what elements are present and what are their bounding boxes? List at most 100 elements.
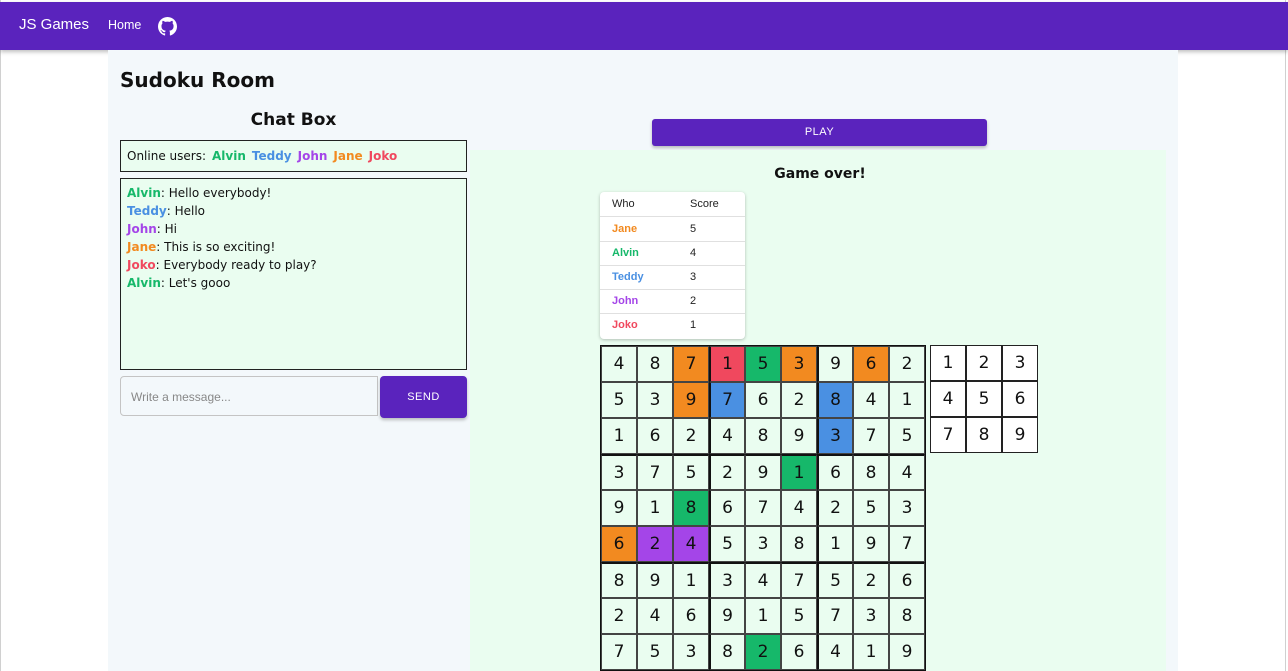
sudoku-cell[interactable]: 7 (745, 490, 781, 526)
send-button[interactable]: SEND (380, 376, 467, 418)
sudoku-cell[interactable]: 4 (853, 382, 889, 418)
sudoku-cell[interactable]: 4 (745, 562, 781, 598)
sudoku-cell[interactable]: 6 (673, 598, 709, 634)
sudoku-cell[interactable]: 2 (745, 634, 781, 670)
sudoku-cell[interactable]: 9 (637, 562, 673, 598)
sudoku-cell[interactable]: 7 (709, 382, 745, 418)
sudoku-cell[interactable]: 6 (745, 382, 781, 418)
sudoku-cell[interactable]: 6 (709, 490, 745, 526)
sudoku-cell[interactable]: 5 (853, 490, 889, 526)
number-pad-key[interactable]: 6 (1002, 381, 1038, 417)
sudoku-cell[interactable]: 1 (709, 346, 745, 382)
sudoku-cell[interactable]: 7 (601, 634, 637, 670)
number-pad-key[interactable]: 5 (966, 381, 1002, 417)
number-pad-key[interactable]: 9 (1002, 417, 1038, 453)
nav-home-link[interactable]: Home (108, 18, 141, 32)
sudoku-cell[interactable]: 9 (745, 454, 781, 490)
online-user: Alvin (212, 149, 246, 163)
sudoku-cell[interactable]: 2 (601, 598, 637, 634)
score-row: John 2 (600, 289, 745, 314)
sudoku-cell[interactable]: 6 (637, 418, 673, 454)
sudoku-cell[interactable]: 2 (781, 382, 817, 418)
sudoku-cell[interactable]: 4 (637, 598, 673, 634)
sudoku-cell[interactable]: 1 (889, 382, 925, 418)
sudoku-cell[interactable]: 5 (745, 346, 781, 382)
sudoku-cell[interactable]: 3 (601, 454, 637, 490)
sudoku-cell[interactable]: 7 (781, 562, 817, 598)
github-icon[interactable] (158, 17, 177, 36)
sudoku-cell[interactable]: 3 (745, 526, 781, 562)
sudoku-cell[interactable]: 6 (853, 346, 889, 382)
sudoku-cell[interactable]: 2 (889, 346, 925, 382)
sudoku-cell[interactable]: 4 (817, 634, 853, 670)
sudoku-cell[interactable]: 1 (853, 634, 889, 670)
sudoku-cell[interactable]: 2 (709, 454, 745, 490)
sudoku-cell[interactable]: 4 (601, 346, 637, 382)
sudoku-cell[interactable]: 8 (853, 454, 889, 490)
sudoku-cell[interactable]: 4 (673, 526, 709, 562)
sudoku-cell[interactable]: 1 (781, 454, 817, 490)
number-pad-key[interactable]: 2 (966, 345, 1002, 381)
sudoku-cell[interactable]: 8 (781, 526, 817, 562)
sudoku-cell[interactable]: 8 (745, 418, 781, 454)
sudoku-cell[interactable]: 7 (889, 526, 925, 562)
sudoku-cell[interactable]: 7 (673, 346, 709, 382)
sudoku-cell[interactable]: 1 (637, 490, 673, 526)
sudoku-cell[interactable]: 7 (853, 418, 889, 454)
play-button[interactable]: PLAY (652, 119, 987, 146)
sudoku-cell[interactable]: 5 (637, 634, 673, 670)
score-row: Teddy 3 (600, 265, 745, 290)
sudoku-cell[interactable]: 3 (709, 562, 745, 598)
number-pad-key[interactable]: 8 (966, 417, 1002, 453)
message-input[interactable]: Write a message... (120, 376, 378, 416)
sudoku-cell[interactable]: 2 (853, 562, 889, 598)
sudoku-cell[interactable]: 5 (673, 454, 709, 490)
brand-link[interactable]: JS Games (19, 16, 89, 33)
sudoku-cell[interactable]: 2 (673, 418, 709, 454)
sudoku-cell[interactable]: 8 (673, 490, 709, 526)
sudoku-cell[interactable]: 5 (817, 562, 853, 598)
sudoku-cell[interactable]: 8 (817, 382, 853, 418)
number-pad-key[interactable]: 7 (930, 417, 966, 453)
sudoku-cell[interactable]: 9 (853, 526, 889, 562)
sudoku-cell[interactable]: 4 (709, 418, 745, 454)
sudoku-cell[interactable]: 1 (601, 418, 637, 454)
sudoku-cell[interactable]: 7 (637, 454, 673, 490)
sudoku-cell[interactable]: 3 (817, 418, 853, 454)
sudoku-cell[interactable]: 8 (637, 346, 673, 382)
sudoku-cell[interactable]: 5 (601, 382, 637, 418)
sudoku-cell[interactable]: 6 (889, 562, 925, 598)
number-pad-key[interactable]: 3 (1002, 345, 1038, 381)
sudoku-cell[interactable]: 6 (817, 454, 853, 490)
sudoku-cell[interactable]: 3 (673, 634, 709, 670)
sudoku-cell[interactable]: 9 (709, 598, 745, 634)
sudoku-cell[interactable]: 5 (781, 598, 817, 634)
sudoku-cell[interactable]: 9 (673, 382, 709, 418)
sudoku-cell[interactable]: 1 (673, 562, 709, 598)
sudoku-cell[interactable]: 7 (817, 598, 853, 634)
sudoku-cell[interactable]: 8 (601, 562, 637, 598)
chat-message: John: Hi (127, 220, 177, 238)
number-pad-key[interactable]: 4 (930, 381, 966, 417)
sudoku-cell[interactable]: 3 (889, 490, 925, 526)
sudoku-cell[interactable]: 9 (781, 418, 817, 454)
sudoku-cell[interactable]: 9 (601, 490, 637, 526)
sudoku-cell[interactable]: 1 (817, 526, 853, 562)
sudoku-cell[interactable]: 3 (637, 382, 673, 418)
sudoku-cell[interactable]: 3 (853, 598, 889, 634)
sudoku-cell[interactable]: 3 (781, 346, 817, 382)
sudoku-cell[interactable]: 1 (745, 598, 781, 634)
sudoku-cell[interactable]: 4 (781, 490, 817, 526)
sudoku-cell[interactable]: 9 (889, 634, 925, 670)
sudoku-cell[interactable]: 2 (637, 526, 673, 562)
sudoku-cell[interactable]: 4 (889, 454, 925, 490)
sudoku-cell[interactable]: 6 (601, 526, 637, 562)
sudoku-cell[interactable]: 8 (709, 634, 745, 670)
sudoku-cell[interactable]: 9 (817, 346, 853, 382)
sudoku-cell[interactable]: 8 (889, 598, 925, 634)
sudoku-cell[interactable]: 5 (709, 526, 745, 562)
sudoku-cell[interactable]: 2 (817, 490, 853, 526)
sudoku-cell[interactable]: 5 (889, 418, 925, 454)
number-pad-key[interactable]: 1 (930, 345, 966, 381)
sudoku-cell[interactable]: 6 (781, 634, 817, 670)
